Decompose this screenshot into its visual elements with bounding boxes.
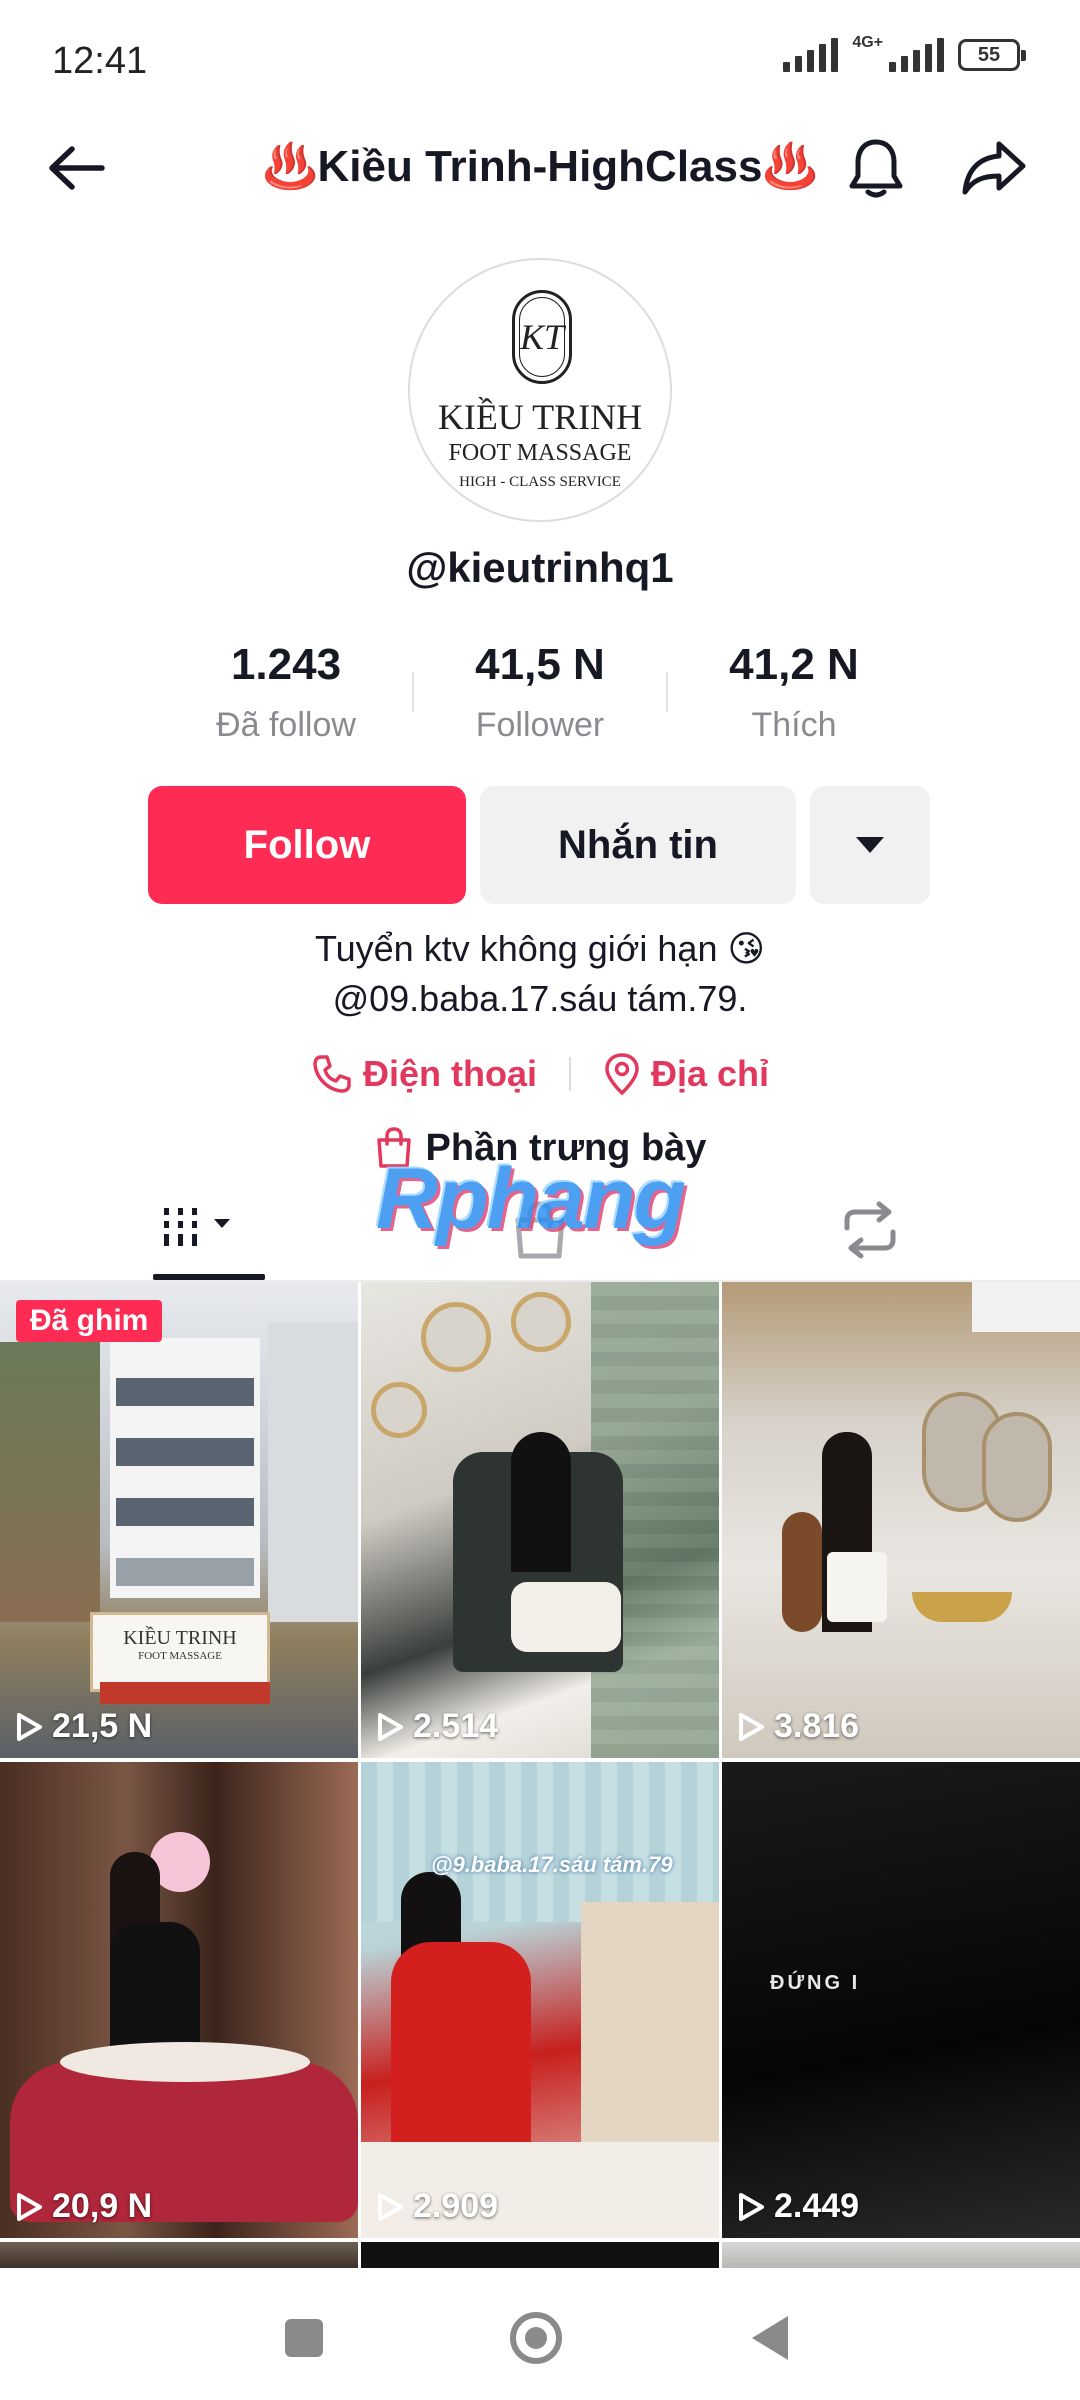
contact-divider: [568, 1057, 571, 1091]
pinned-badge: Đã ghim: [16, 1300, 163, 1342]
video-tile[interactable]: KIỀU TRINH FOOT MASSAGE Đã ghim 21,5 N: [0, 1282, 358, 1758]
watermark: Rphang: [376, 1151, 686, 1247]
phone-label: Điện thoại: [362, 1053, 537, 1094]
view-count-value: 2.909: [413, 2187, 499, 2225]
video-tile[interactable]: 3.816: [722, 1282, 1080, 1758]
avatar[interactable]: KT KIỀU TRINH FOOT MASSAGE HIGH - CLASS …: [408, 258, 672, 522]
system-back-button[interactable]: [730, 2298, 810, 2378]
video-tile[interactable]: ĐỨNG I 2.449: [722, 1762, 1080, 2238]
stat-label: Đã follow: [216, 706, 356, 744]
avatar-brand-subtitle: FOOT MASSAGE: [448, 440, 632, 466]
view-count: 20,9 N: [14, 2187, 152, 2226]
view-count: 3.816: [736, 1707, 859, 1746]
stat-followers[interactable]: 41,5 N Follower: [420, 640, 660, 745]
stat-value: 41,5 N: [475, 640, 605, 689]
dropdown-arrow-icon: [856, 837, 884, 853]
home-circle-icon: [510, 2312, 562, 2364]
building-facade: [110, 1338, 260, 1598]
stat-likes[interactable]: 41,2 N Thích: [674, 640, 914, 745]
avatar-monogram: KT: [512, 290, 572, 384]
bio-line: Tuyển ktv không giới hạn 😘: [314, 928, 766, 969]
bio-line: @09.baba.17.sáu tám.79.: [332, 978, 748, 1019]
view-count: 2.449: [736, 2187, 859, 2226]
phone-link[interactable]: Điện thoại: [311, 1053, 537, 1095]
location-pin-icon: [605, 1053, 639, 1096]
stat-divider: [412, 672, 414, 712]
page-title: ♨️Kiều Trinh-HighClass♨️: [262, 142, 818, 191]
video-tile[interactable]: [361, 2242, 719, 2268]
contact-row: Điện thoại Địa chỉ: [0, 1044, 1080, 1104]
signal-icon: [783, 38, 839, 72]
video-tile[interactable]: [722, 2242, 1080, 2268]
follow-button[interactable]: Follow: [148, 786, 466, 904]
username: @kieutrinhq1: [406, 544, 674, 591]
battery-icon: 55: [958, 39, 1026, 71]
video-caption: @9.baba.17.sáu tám.79: [431, 1852, 673, 1877]
stat-value: 1.243: [230, 640, 342, 689]
play-icon: [17, 2192, 42, 2221]
network-type: 4G+: [852, 34, 883, 51]
tab-reposts[interactable]: [690, 1180, 1050, 1280]
shop-sign-name: KIỀU TRINH: [123, 1627, 237, 1649]
back-arrow-icon: [49, 146, 105, 190]
play-icon: [739, 1712, 764, 1741]
video-tile[interactable]: @9.baba.17.sáu tám.79 2.909: [361, 1762, 719, 2238]
status-bar: 12:41 4G+ 55: [0, 0, 1080, 120]
view-count-value: 2.514: [413, 1707, 499, 1745]
video-tile[interactable]: 2.514: [361, 1282, 719, 1758]
play-icon: [17, 1712, 42, 1741]
stat-value: 41,2 N: [729, 640, 859, 689]
home-button[interactable]: [496, 2298, 576, 2378]
avatar-brand-name: KIỀU TRINH: [437, 397, 643, 437]
view-count-value: 20,9 N: [52, 2187, 153, 2225]
play-icon: [378, 2192, 403, 2221]
battery-level: 55: [977, 43, 1001, 66]
triangle-back-icon: [752, 2316, 788, 2360]
notification-button[interactable]: [840, 132, 912, 204]
view-count: 21,5 N: [14, 1707, 152, 1746]
shop-sign-sub: FOOT MASSAGE: [138, 1650, 222, 1662]
recent-apps-button[interactable]: [264, 2298, 344, 2378]
video-tile[interactable]: 20,9 N: [0, 1762, 358, 2238]
square-icon: [285, 2319, 323, 2357]
avatar-brand-tagline: HIGH - CLASS SERVICE: [459, 474, 621, 490]
share-button[interactable]: [958, 132, 1030, 204]
share-icon: [962, 141, 1026, 195]
shop-sign: KIỀU TRINH FOOT MASSAGE: [90, 1612, 270, 1692]
view-count: 2.514: [375, 1707, 498, 1746]
view-count: 2.909: [375, 2187, 498, 2226]
view-count-value: 21,5 N: [52, 1707, 153, 1745]
bell-icon: [849, 139, 903, 198]
play-icon: [739, 2192, 764, 2221]
address-link[interactable]: Địa chỉ: [603, 1052, 769, 1096]
status-time: 12:41: [52, 40, 148, 82]
view-count-value: 3.816: [774, 1707, 860, 1745]
address-label: Địa chỉ: [650, 1053, 770, 1094]
system-navigation-bar: [0, 2268, 1080, 2400]
view-count-value: 2.449: [774, 2187, 860, 2225]
video-caption: ĐỨNG I: [770, 1972, 861, 1994]
video-tile[interactable]: [0, 2242, 358, 2268]
profile-header: ♨️Kiều Trinh-HighClass♨️: [0, 118, 1080, 218]
stat-divider: [666, 672, 668, 712]
profile-bio: Tuyển ktv không giới hạn 😘 @09.baba.17.s…: [0, 924, 1080, 1024]
profile-stats: 1.243 Đã follow 41,5 N Follower 41,2 N T…: [0, 640, 1080, 750]
video-grid-icon: [164, 1208, 230, 1246]
phone-icon: [313, 1055, 351, 1093]
tab-videos[interactable]: [20, 1180, 380, 1280]
message-button[interactable]: Nhắn tin: [480, 786, 796, 904]
signal-icon-2: [889, 38, 944, 72]
stat-label: Thích: [751, 706, 837, 744]
stat-following[interactable]: 1.243 Đã follow: [166, 640, 406, 745]
repost-icon: [844, 1201, 896, 1259]
back-button[interactable]: [40, 132, 112, 204]
status-icons: 4G+ 55: [783, 34, 1026, 72]
more-options-button[interactable]: [810, 786, 930, 904]
stat-label: Follower: [475, 706, 605, 744]
play-icon: [378, 1712, 403, 1741]
